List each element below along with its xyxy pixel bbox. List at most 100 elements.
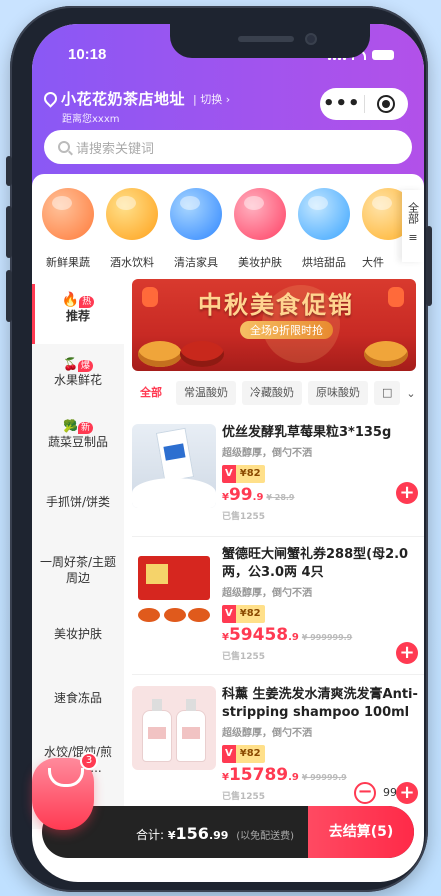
decrease-quantity-button[interactable]: −	[354, 782, 376, 804]
original-price: ¥ 999999.9	[301, 633, 353, 642]
sidebar-item-label: 一周好茶/主题周边	[39, 555, 117, 585]
filter-chips: 全部 常温酸奶 冷藏酸奶 原味酸奶 □ ⌄	[132, 381, 424, 405]
category-item[interactable]: 烘培甜品	[292, 188, 356, 270]
more-icon[interactable]: •••	[320, 89, 364, 119]
all-categories-button[interactable]: 全部 ≡	[402, 190, 424, 262]
menu-icon: ≡	[408, 231, 418, 244]
food-decoration	[364, 341, 408, 367]
category-item[interactable]: 大件	[356, 188, 414, 270]
search-input[interactable]: 请搜索关键词	[44, 130, 412, 164]
product-name: 科薰 生姜洗发水清爽洗发膏Anti-stripping shampoo 100m…	[222, 687, 418, 720]
divider	[132, 674, 424, 675]
sidebar-item-recommend[interactable]: 🔥 热 推荐	[32, 284, 124, 344]
peach-icon	[42, 188, 94, 240]
banner-title: 中秋美食促销	[198, 290, 354, 319]
filter-all[interactable]: 全部	[132, 381, 170, 405]
add-to-cart-button[interactable]: +	[396, 782, 418, 804]
category-label: 新鲜果蔬	[46, 256, 90, 269]
vegetable-icon: 🥦 新	[32, 418, 124, 434]
notch	[170, 24, 370, 58]
category-label: 清洁家具	[174, 256, 218, 269]
sidebar-item-tea[interactable]: 一周好茶/主题周边	[32, 554, 124, 586]
category-item[interactable]: 美妆护肤	[228, 188, 292, 270]
product-desc: 超级醇厚，倒勺不洒	[222, 728, 312, 739]
sidebar-item-fruit[interactable]: 🍒 爆 水果鲜花	[32, 346, 124, 394]
search-icon	[58, 141, 70, 153]
sold-count: 已售1255	[222, 512, 266, 522]
category-item[interactable]: 新鲜果蔬	[36, 188, 100, 270]
crab-icon	[164, 608, 186, 622]
banner-subtitle: 全场9折限时抢	[240, 321, 333, 339]
sidebar-item-label: 速食冻品	[53, 691, 102, 705]
new-tag: 新	[77, 422, 93, 434]
sidebar-item-label: 手抓饼/饼类	[45, 495, 111, 509]
cart-total: 合计: ¥156.99 (以免配送费)	[136, 824, 294, 843]
sidebar-item-label: 水果鲜花	[53, 373, 102, 387]
crab-icon	[188, 608, 210, 622]
vip-price: ¥82	[235, 465, 265, 483]
milk-splash	[132, 478, 216, 508]
volume-up-button	[6, 206, 12, 258]
vip-price-badge: V ¥82	[222, 605, 265, 623]
filter-room-temp-yogurt[interactable]: 常温酸奶	[176, 381, 236, 405]
volume-down-button	[6, 270, 12, 322]
product-image	[132, 686, 216, 770]
vip-icon: V	[222, 465, 236, 483]
category-label: 酒水饮料	[110, 256, 154, 269]
product-desc: 超级醇厚，倒勺不洒	[222, 448, 312, 459]
power-button	[426, 226, 432, 306]
cleaning-icon	[170, 188, 222, 240]
category-item[interactable]: 清洁家具	[164, 188, 228, 270]
add-to-cart-button[interactable]: +	[396, 482, 418, 504]
cake-icon	[298, 188, 350, 240]
search-placeholder: 请搜索关键词	[76, 141, 155, 157]
sidebar-item-pancake[interactable]: 手抓饼/饼类	[32, 494, 124, 510]
lantern-icon	[388, 287, 404, 307]
sidebar-item-beauty[interactable]: 美妆护肤	[32, 626, 124, 642]
shop-distance: 距离您xxxm	[62, 114, 120, 125]
product-name: 优丝发酵乳草莓果粒3*135g	[222, 425, 392, 440]
sidebar-item-frozen[interactable]: 速食冻品	[32, 690, 124, 706]
chevron-down-icon[interactable]: ⌄	[406, 387, 415, 400]
close-miniprogram-button[interactable]	[365, 95, 409, 113]
sidebar-item-vegetable[interactable]: 🥦 新 蔬菜豆制品	[32, 414, 124, 462]
category-label: 大件	[362, 256, 384, 269]
shampoo-bottle	[176, 699, 206, 762]
shampoo-bottle	[142, 699, 172, 762]
add-to-cart-button[interactable]: +	[396, 642, 418, 664]
promo-banner[interactable]: 中秋美食促销 全场9折限时抢	[132, 279, 416, 371]
miniprogram-capsule: •••	[320, 88, 408, 120]
drink-icon	[106, 188, 158, 240]
speaker	[238, 36, 294, 42]
crab-icon	[138, 608, 160, 622]
free-shipping-note: (以免配送费)	[236, 831, 295, 842]
cart-bar: 合计: ¥156.99 (以免配送费) 去结算(5)	[42, 806, 414, 858]
fruit-icon: 🍒 爆	[32, 356, 124, 372]
category-label: 烘培甜品	[302, 256, 346, 269]
food-decoration	[180, 341, 224, 367]
category-item[interactable]: 酒水饮料	[100, 188, 164, 270]
product-desc: 超级醇厚，倒勺不洒	[222, 588, 312, 599]
filter-plain-yogurt[interactable]: 原味酸奶	[308, 381, 368, 405]
filter-more-chip[interactable]: □	[374, 381, 401, 405]
status-time: 10:18	[68, 46, 107, 63]
sold-count: 已售1255	[222, 652, 266, 662]
divider	[132, 536, 424, 537]
checkout-button[interactable]: 去结算(5)	[308, 806, 414, 858]
giftbox	[138, 556, 210, 600]
vip-price: ¥82	[235, 745, 265, 763]
total-label: 合计:	[136, 828, 165, 842]
shop-name: 小花花奶茶店地址	[61, 90, 186, 108]
filter-chilled-yogurt[interactable]: 冷藏酸奶	[242, 381, 302, 405]
shop-selector[interactable]: 小花花奶茶店地址 | 切换 ›	[41, 88, 230, 109]
vip-price-badge: V ¥82	[222, 465, 265, 483]
front-camera	[305, 33, 317, 45]
product-card[interactable]: 蟹德旺大闸蟹礼券288型(母2.0两，公3.0两 4只 超级醇厚，倒勺不洒 V ¥…	[132, 546, 424, 678]
total-amount: ¥156.99	[167, 824, 229, 843]
boom-tag: 爆	[77, 360, 93, 372]
switch-shop-link[interactable]: | 切换 ›	[193, 91, 230, 107]
category-label: 美妆护肤	[238, 256, 282, 269]
vip-icon: V	[222, 605, 236, 623]
product-card[interactable]: 科薰 生姜洗发水清爽洗发膏Anti-stripping shampoo 100m…	[132, 686, 424, 818]
product-image	[132, 424, 216, 508]
